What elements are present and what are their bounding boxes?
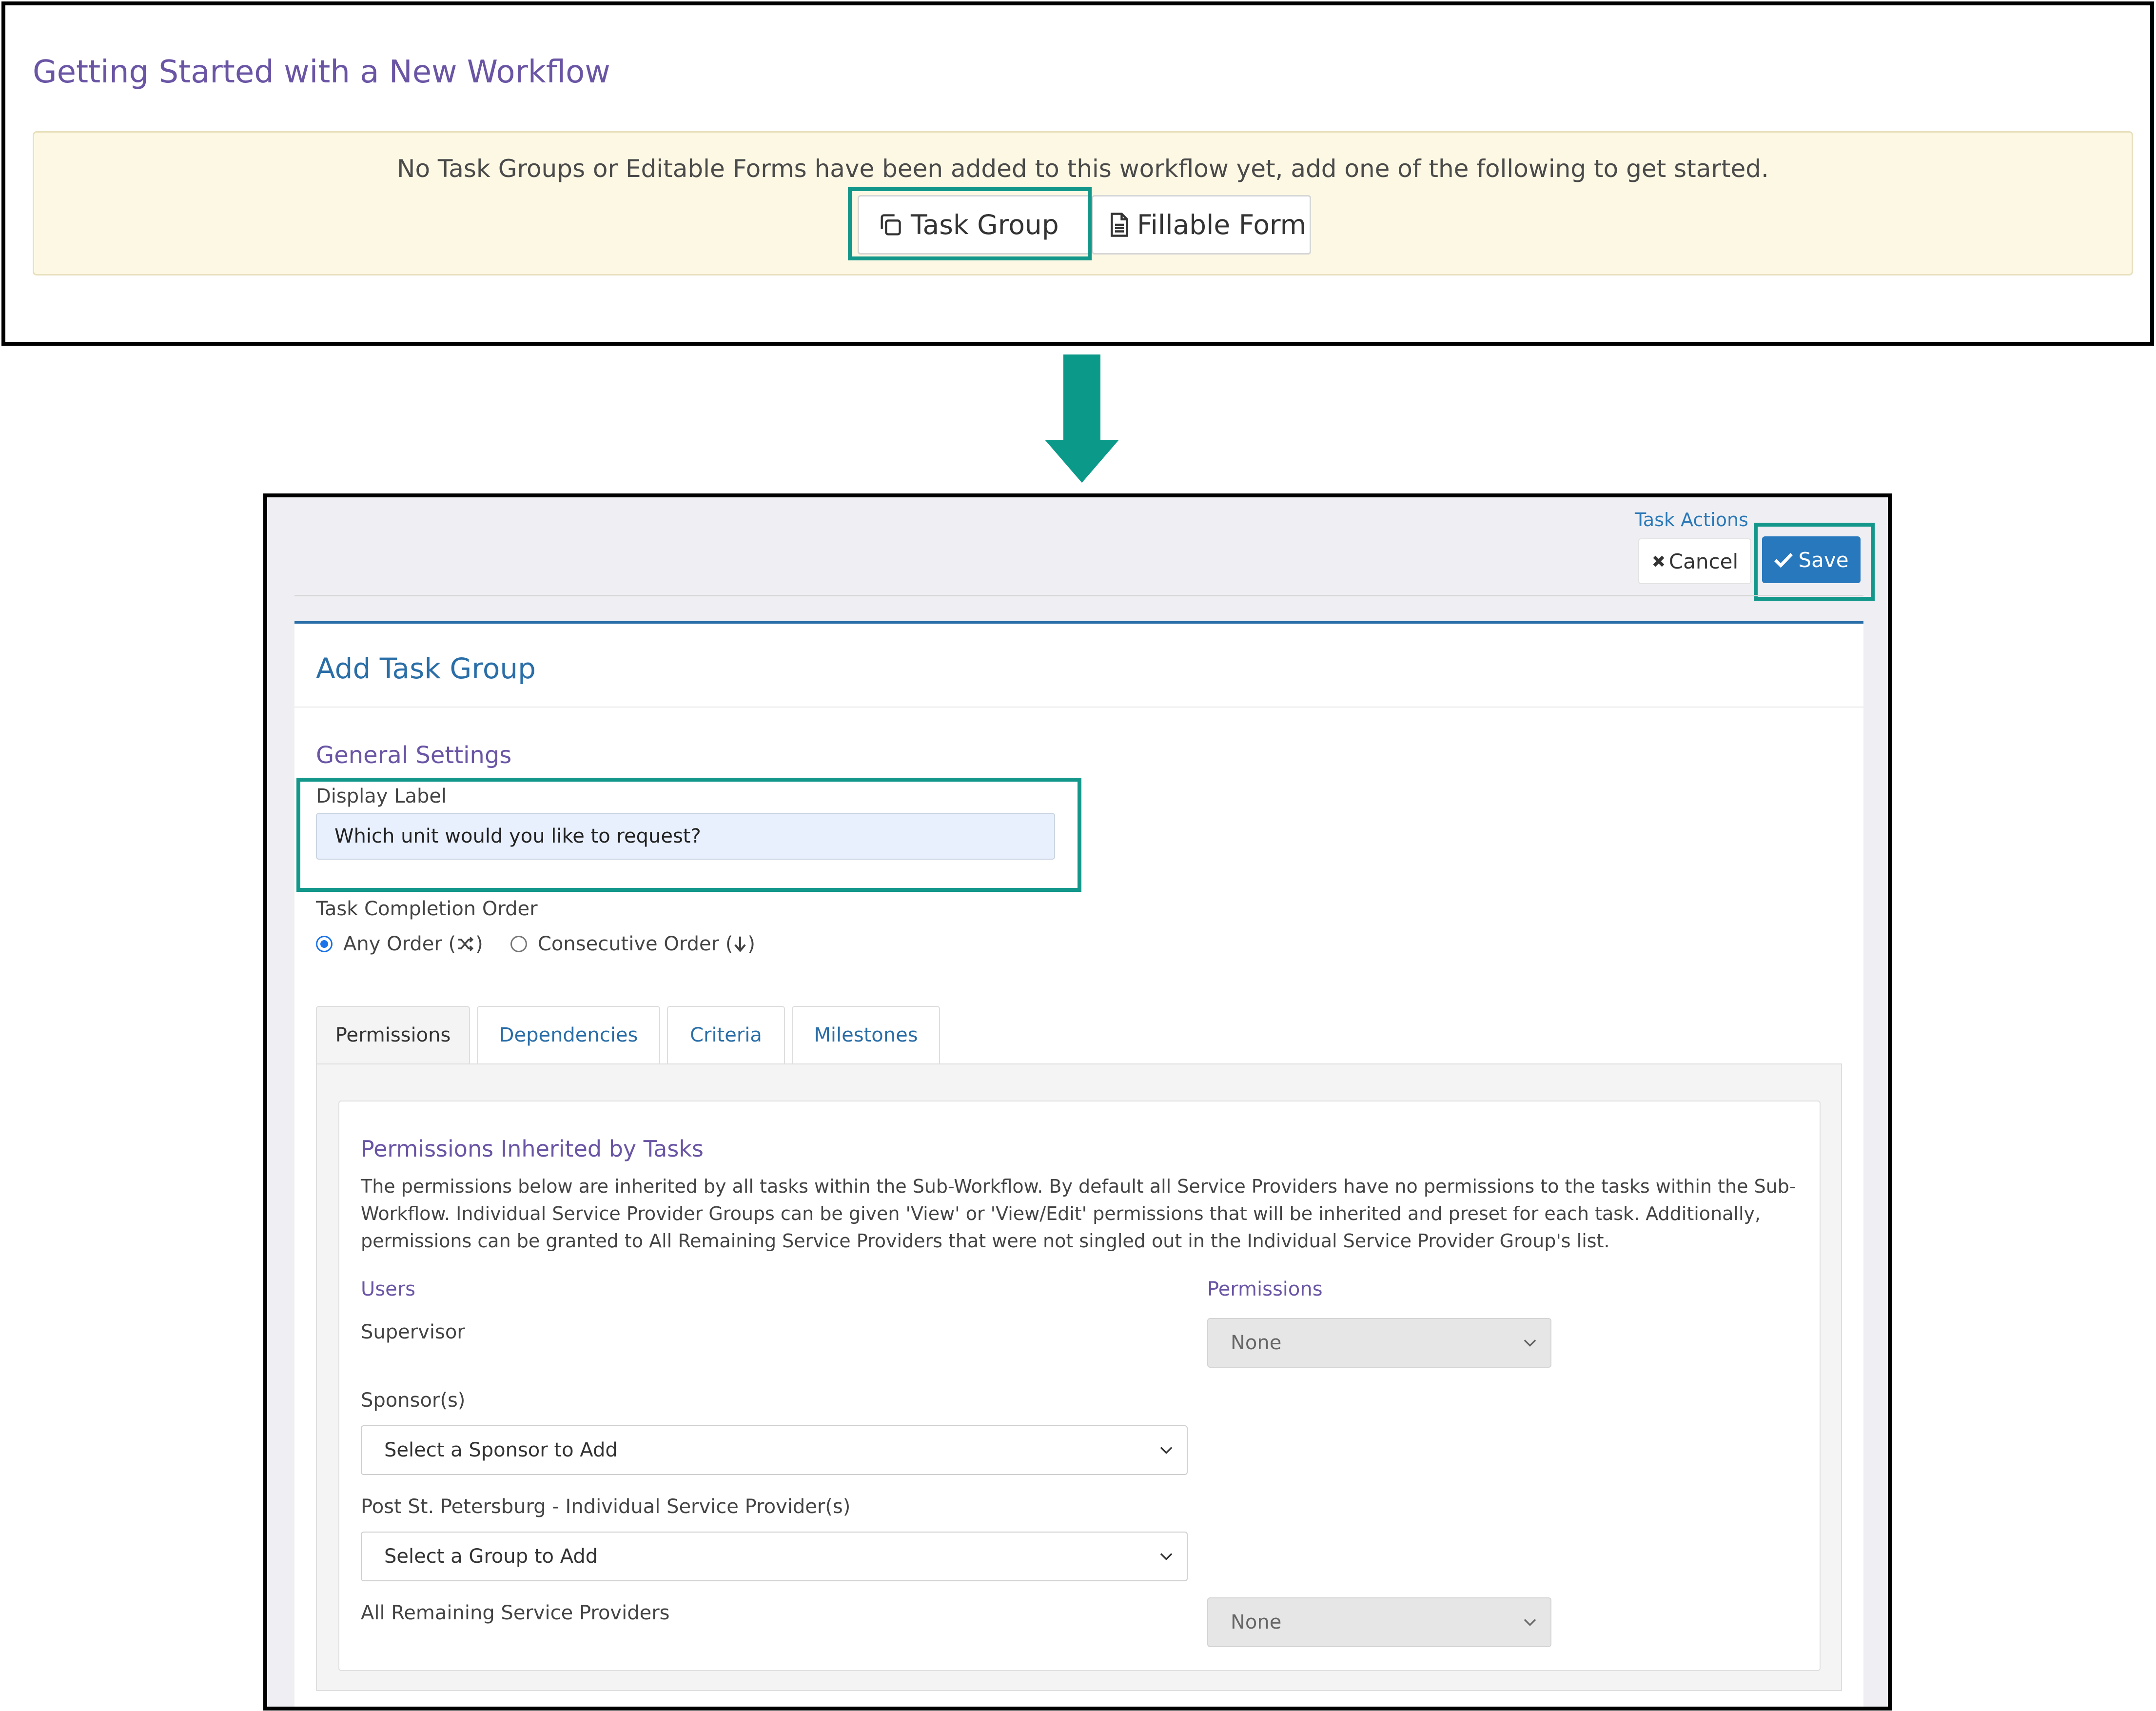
fillable-form-label: Fillable Form xyxy=(1137,209,1307,240)
file-text-icon xyxy=(1108,212,1131,238)
tab-dependencies[interactable]: Dependencies xyxy=(477,1006,660,1063)
fillable-form-button[interactable]: Fillable Form xyxy=(1092,195,1311,255)
notice-text: No Task Groups or Editable Forms have be… xyxy=(397,155,1769,183)
chevron-down-icon xyxy=(1521,1613,1539,1631)
divider xyxy=(294,595,1863,596)
shuffle-icon xyxy=(457,936,474,952)
remaining-providers-label: All Remaining Service Providers xyxy=(361,1602,670,1624)
divider xyxy=(294,707,1863,708)
consecutive-order-label: Consecutive Order ( xyxy=(538,933,733,955)
task-actions-label: Task Actions xyxy=(1635,509,1748,531)
cancel-button[interactable]: Cancel xyxy=(1638,538,1751,584)
consecutive-order-suffix: ) xyxy=(747,933,755,955)
radio-unselected[interactable] xyxy=(510,936,527,952)
add-task-group-card: Add Task Group General Settings Display … xyxy=(294,621,1863,1707)
remaining-permission-select: None xyxy=(1207,1597,1551,1647)
getting-started-panel: Getting Started with a New Workflow No T… xyxy=(1,1,2154,346)
remaining-permission-value: None xyxy=(1231,1611,1282,1633)
group-select[interactable]: Select a Group to Add xyxy=(361,1532,1188,1581)
tab-milestones[interactable]: Milestones xyxy=(792,1006,940,1063)
down-arrow-icon xyxy=(1063,354,1100,441)
permissions-title: Permissions Inherited by Tasks xyxy=(361,1136,704,1162)
tab-criteria[interactable]: Criteria xyxy=(667,1006,785,1063)
tab-permissions[interactable]: Permissions xyxy=(316,1006,470,1063)
empty-workflow-notice: No Task Groups or Editable Forms have be… xyxy=(33,131,2133,275)
permissions-tab-panel: Permissions Inherited by Tasks The permi… xyxy=(316,1063,1842,1691)
any-order-label: Any Order ( xyxy=(343,933,456,955)
chevron-down-icon xyxy=(1521,1334,1539,1352)
group-select-value: Select a Group to Add xyxy=(384,1545,598,1568)
any-order-radio[interactable]: Any Order ( ) xyxy=(316,933,483,955)
supervisor-label: Supervisor xyxy=(361,1321,465,1343)
card-title: Add Task Group xyxy=(316,652,536,685)
individual-providers-label: Post St. Petersburg - Individual Service… xyxy=(361,1495,851,1518)
any-order-suffix: ) xyxy=(475,933,483,955)
sponsor-select-value: Select a Sponsor to Add xyxy=(384,1439,618,1461)
supervisor-permission-value: None xyxy=(1231,1332,1282,1354)
page-title: Getting Started with a New Workflow xyxy=(33,54,610,90)
permissions-column-header: Permissions xyxy=(1207,1278,1323,1300)
permissions-description: The permissions below are inherited by a… xyxy=(361,1176,1796,1252)
add-task-group-panel: Task Actions Cancel Save Add Task Group … xyxy=(263,493,1892,1711)
general-settings-heading: General Settings xyxy=(316,742,512,769)
permissions-section: Permissions Inherited by Tasks The permi… xyxy=(338,1101,1821,1671)
supervisor-permission-select: None xyxy=(1207,1318,1551,1368)
task-group-highlight xyxy=(848,187,1092,260)
users-column-header: Users xyxy=(361,1278,416,1300)
arrow-down-icon xyxy=(734,936,746,952)
chevron-down-icon xyxy=(1157,1548,1175,1565)
down-arrow-head xyxy=(1045,440,1119,483)
sponsors-label: Sponsor(s) xyxy=(361,1389,466,1412)
consecutive-order-radio[interactable]: Consecutive Order ( ) xyxy=(510,933,755,955)
radio-selected[interactable] xyxy=(316,936,333,952)
display-label-highlight xyxy=(296,778,1081,892)
sponsor-select[interactable]: Select a Sponsor to Add xyxy=(361,1425,1188,1475)
close-icon xyxy=(1651,554,1666,569)
chevron-down-icon xyxy=(1157,1441,1175,1459)
task-completion-order-label: Task Completion Order xyxy=(316,898,538,920)
cancel-label: Cancel xyxy=(1668,549,1739,573)
save-highlight xyxy=(1754,523,1875,601)
